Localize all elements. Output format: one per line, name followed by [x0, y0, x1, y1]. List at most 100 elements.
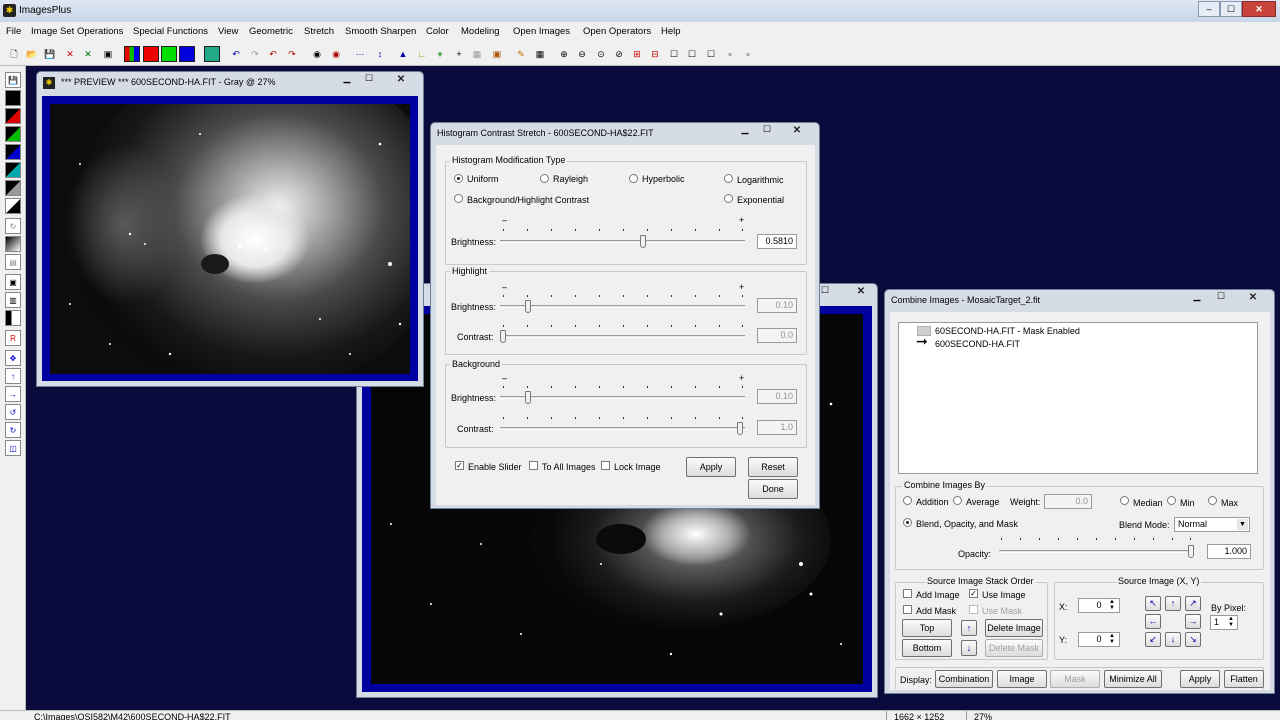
menu-image-set-operations[interactable]: Image Set Operations: [31, 26, 123, 37]
zoom-fit-icon[interactable]: ⊙: [593, 46, 609, 62]
menu-open-operators[interactable]: Open Operators: [583, 26, 651, 37]
bg-brightness-thumb[interactable]: [525, 391, 531, 404]
save-icon[interactable]: 💾: [42, 46, 58, 62]
move-icon[interactable]: ✥: [5, 350, 21, 366]
dotted-line-icon[interactable]: ···: [352, 46, 368, 62]
preview-close-button[interactable]: ✕: [385, 72, 417, 87]
nudge-up-left-button[interactable]: ↖: [1145, 596, 1161, 611]
histogram-maximize-button[interactable]: ☐: [757, 123, 777, 136]
nudge-left-button[interactable]: ←: [1145, 614, 1161, 629]
rgb-channels-icon[interactable]: [124, 46, 140, 62]
histogram-dialog[interactable]: Histogram Contrast Stretch - 600SECOND-H…: [430, 122, 820, 509]
preview-nebula-image[interactable]: [50, 104, 410, 374]
exponential-radio[interactable]: [724, 194, 733, 203]
uniform-label[interactable]: Uniform: [467, 174, 499, 184]
ellipse-select-icon[interactable]: ◉: [309, 46, 325, 62]
book-icon[interactable]: ◫: [5, 440, 21, 456]
window-4-icon[interactable]: ▫: [722, 46, 738, 62]
zoom-in-icon[interactable]: ⊕: [556, 46, 572, 62]
open-folder-icon[interactable]: 📂: [24, 46, 40, 62]
menu-modeling[interactable]: Modeling: [461, 26, 500, 37]
hl-contrast-thumb[interactable]: [500, 330, 506, 343]
nudge-down-button[interactable]: ↓: [1165, 632, 1181, 647]
use-image-checkbox[interactable]: ✓: [969, 589, 978, 598]
ellipse-select-red-icon[interactable]: ◉: [328, 46, 344, 62]
histogram-done-button[interactable]: Done: [748, 479, 798, 499]
logarithmic-radio[interactable]: [724, 174, 733, 183]
menu-special-functions[interactable]: Special Functions: [133, 26, 208, 37]
nudge-up-button[interactable]: ↑: [1165, 596, 1181, 611]
max-label[interactable]: Max: [1221, 498, 1238, 508]
menu-open-images[interactable]: Open Images: [513, 26, 570, 37]
move-up-button[interactable]: ↑: [961, 620, 977, 636]
histogram-minimize-button[interactable]: ▁: [735, 123, 755, 136]
image-button[interactable]: Image: [997, 670, 1047, 688]
menu-file[interactable]: File: [6, 26, 21, 37]
nudge-down-left-button[interactable]: ↙: [1145, 632, 1161, 647]
median-label[interactable]: Median: [1133, 498, 1163, 508]
combination-button[interactable]: Combination: [935, 670, 993, 688]
save-tool-icon[interactable]: 💾: [5, 72, 21, 88]
move-down-button[interactable]: ↓: [961, 640, 977, 656]
red-black-icon[interactable]: [5, 108, 21, 124]
remove-region-icon[interactable]: ⊟: [647, 46, 663, 62]
lock-image-checkbox[interactable]: [601, 461, 610, 470]
top-button[interactable]: Top: [902, 619, 952, 637]
brightness-slider-track[interactable]: [500, 240, 745, 243]
average-label[interactable]: Average: [966, 497, 999, 507]
triangle-icon[interactable]: ▲: [395, 46, 411, 62]
window-2-icon[interactable]: ☐: [684, 46, 700, 62]
min-radio[interactable]: [1167, 496, 1176, 505]
menu-help[interactable]: Help: [661, 26, 681, 37]
nudge-up-right-button[interactable]: ↗: [1185, 596, 1201, 611]
measure-icon[interactable]: ↕: [372, 46, 388, 62]
green-black-icon[interactable]: [5, 126, 21, 142]
x-spin-icon[interactable]: ▲ ▼: [1107, 599, 1117, 612]
arrow-up-icon[interactable]: ↑: [5, 368, 21, 384]
blue-channel-icon[interactable]: [179, 46, 195, 62]
hyperbolic-radio[interactable]: [629, 174, 638, 183]
red-channel-icon[interactable]: [143, 46, 159, 62]
tree-item-mask[interactable]: 60SECOND-HA.FIT - Mask Enabled: [935, 326, 1080, 336]
zoom-out-icon[interactable]: ⊖: [574, 46, 590, 62]
menu-stretch[interactable]: Stretch: [304, 26, 334, 37]
window-3-icon[interactable]: ☐: [703, 46, 719, 62]
histogram-reset-button[interactable]: Reset: [748, 457, 798, 477]
combine-apply-button[interactable]: Apply: [1180, 670, 1220, 688]
frame-icon[interactable]: ▣: [5, 274, 21, 290]
flatten-button[interactable]: Flatten: [1224, 670, 1264, 688]
new-file-icon[interactable]: 🗋: [6, 46, 22, 62]
close-icon[interactable]: ✕: [62, 46, 78, 62]
by-pixel-spin-icon[interactable]: ▲ ▼: [1226, 616, 1236, 629]
blue-black-icon[interactable]: [5, 144, 21, 160]
arrow-right-icon[interactable]: →: [5, 386, 21, 402]
levels-icon[interactable]: ▥: [5, 292, 21, 308]
combine-minimize-button[interactable]: ▁: [1187, 290, 1207, 303]
preview-window[interactable]: ✱ *** PREVIEW *** 600SECOND-HA.FIT - Gra…: [36, 71, 424, 387]
black-white-icon[interactable]: [5, 198, 21, 214]
close-all-icon[interactable]: ✕: [80, 46, 96, 62]
histogram-close-button[interactable]: ✕: [781, 123, 813, 138]
redo-all-icon[interactable]: ↷: [284, 46, 300, 62]
tree-item-image[interactable]: 600SECOND-HA.FIT: [935, 339, 1020, 349]
undo-all-icon[interactable]: ↶: [265, 46, 281, 62]
print-icon[interactable]: ▣: [100, 46, 116, 62]
bg-hl-contrast-label[interactable]: Background/Highlight Contrast: [467, 195, 589, 205]
max-radio[interactable]: [1208, 496, 1217, 505]
gradient-icon[interactable]: [5, 236, 21, 252]
delete-image-button[interactable]: Delete Image: [985, 619, 1043, 637]
to-all-images-checkbox[interactable]: [529, 461, 538, 470]
to-all-images-label[interactable]: To All Images: [542, 462, 596, 472]
hl-contrast-track[interactable]: [500, 335, 745, 338]
rayleigh-label[interactable]: Rayleigh: [553, 174, 588, 184]
blend-label[interactable]: Blend, Opacity, and Mask: [916, 519, 1018, 529]
brightness-slider-thumb[interactable]: [640, 235, 646, 248]
minimize-button[interactable]: –: [1198, 1, 1220, 17]
use-image-label[interactable]: Use Image: [982, 590, 1026, 600]
uniform-radio[interactable]: [454, 174, 463, 183]
preview-minimize-button[interactable]: ▁: [337, 72, 357, 85]
addition-label[interactable]: Addition: [916, 497, 949, 507]
bg-brightness-track[interactable]: [500, 396, 745, 399]
enable-slider-label[interactable]: Enable Slider: [468, 462, 522, 472]
record-icon[interactable]: R: [5, 330, 21, 346]
